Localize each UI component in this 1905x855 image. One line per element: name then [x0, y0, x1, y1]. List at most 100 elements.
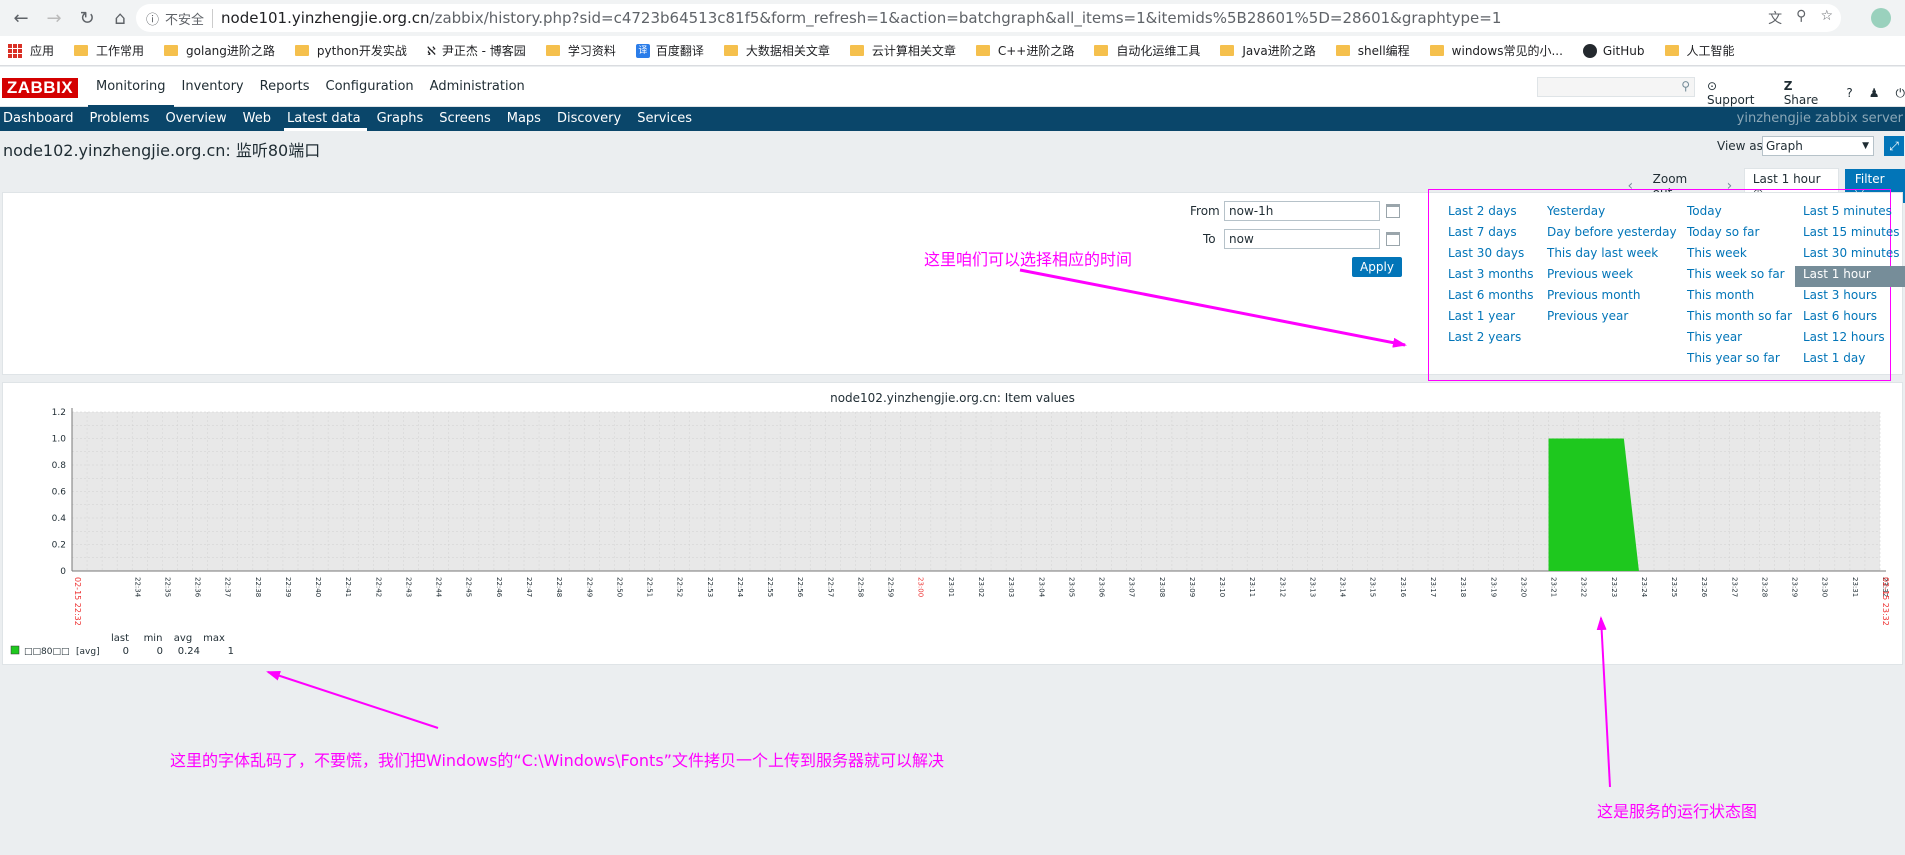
quick-range-link[interactable]: Today: [1679, 203, 1800, 224]
bookmark-item[interactable]: 云计算相关文章: [849, 42, 956, 59]
tab-web[interactable]: Web: [240, 107, 277, 131]
search-input[interactable]: ⚲: [1537, 77, 1695, 97]
menu-administration[interactable]: Administration: [422, 67, 533, 107]
bookmark-item[interactable]: C++进阶之路: [975, 42, 1074, 59]
tab-dashboard[interactable]: Dashboard: [0, 107, 80, 131]
calendar-icon[interactable]: [1386, 232, 1400, 246]
x-tick-label: 22:34: [133, 577, 141, 598]
quick-range-link[interactable]: Last 1 hour: [1795, 266, 1905, 287]
sign-out-icon[interactable]: ⏻: [1896, 86, 1905, 101]
graph-panel: node102.yinzhengjie.org.cn: Item values …: [2, 382, 1903, 665]
view-as-select[interactable]: Graph ▼: [1762, 136, 1874, 156]
forward-icon[interactable]: →: [42, 6, 66, 30]
quick-range-link[interactable]: Last 2 years: [1440, 329, 1541, 350]
bookmark-item[interactable]: windows常见的小...: [1429, 42, 1563, 59]
menu-inventory[interactable]: Inventory: [174, 67, 252, 107]
zoom-icon[interactable]: ⚲: [1796, 8, 1806, 28]
quick-range-link[interactable]: This year so far: [1679, 350, 1800, 371]
quick-range-link[interactable]: Last 7 days: [1440, 224, 1541, 245]
x-tick-label: 22:43: [404, 577, 412, 597]
tab-services[interactable]: Services: [634, 107, 698, 131]
quick-range-link[interactable]: Last 3 hours: [1795, 287, 1905, 308]
profile-avatar[interactable]: [1871, 8, 1891, 28]
back-icon[interactable]: ←: [9, 6, 33, 30]
share-link[interactable]: Z Share: [1784, 79, 1831, 107]
x-tick-label: 22:55: [766, 577, 774, 597]
quick-ranges-column: Today Today so far This week This week so f…: [1679, 203, 1800, 371]
quick-range-link[interactable]: Day before yesterday: [1539, 224, 1685, 245]
quick-range-link[interactable]: Last 6 months: [1440, 287, 1541, 308]
menu-configuration[interactable]: Configuration: [318, 67, 422, 107]
bookmark-item[interactable]: golang进阶之路: [164, 42, 275, 59]
tab-overview[interactable]: Overview: [162, 107, 232, 131]
quick-range-link[interactable]: Last 1 year: [1440, 308, 1541, 329]
menu-reports[interactable]: Reports: [252, 67, 318, 107]
quick-range-link[interactable]: Previous week: [1539, 266, 1685, 287]
tab-graphs[interactable]: Graphs: [374, 107, 430, 131]
y-tick-label: 0.6: [52, 488, 67, 498]
folder-icon: [849, 45, 864, 56]
calendar-icon[interactable]: [1386, 204, 1400, 218]
zabbix-logo[interactable]: ZABBIX: [2, 78, 78, 98]
tab-latest-data[interactable]: Latest data: [284, 107, 367, 131]
tab-maps[interactable]: Maps: [504, 107, 547, 131]
legend-function: [avg]: [76, 647, 100, 657]
quick-range-link[interactable]: Last 15 minutes: [1795, 224, 1905, 245]
quick-range-link[interactable]: Last 30 minutes: [1795, 245, 1905, 266]
tab-problems[interactable]: Problems: [87, 107, 156, 131]
quick-range-link[interactable]: Last 30 days: [1440, 245, 1541, 266]
legend-header: max: [203, 633, 225, 644]
bookmark-label: python开发实战: [316, 44, 407, 58]
user-profile-icon[interactable]: ♟: [1869, 86, 1880, 100]
bookmark-item[interactable]: GitHub: [1582, 43, 1645, 58]
menu-monitoring[interactable]: Monitoring: [88, 67, 174, 107]
quick-range-link[interactable]: Last 5 minutes: [1795, 203, 1905, 224]
tab-screens[interactable]: Screens: [436, 107, 496, 131]
bookmark-item[interactable]: 译百度翻译: [635, 42, 704, 59]
translate-page-icon[interactable]: 文: [1768, 8, 1782, 28]
quick-range-link[interactable]: This year: [1679, 329, 1800, 350]
tab-discovery[interactable]: Discovery: [554, 107, 627, 131]
quick-range-link[interactable]: Today so far: [1679, 224, 1800, 245]
fullscreen-button[interactable]: ⤢: [1884, 136, 1904, 156]
bookmark-item[interactable]: ℵ 尹正杰 - 博客园: [427, 42, 526, 59]
quick-range-link[interactable]: Previous month: [1539, 287, 1685, 308]
quick-range-link[interactable]: Last 6 hours: [1795, 308, 1905, 329]
bookmark-item[interactable]: 学习资料: [545, 42, 616, 59]
quick-range-link[interactable]: This month: [1679, 287, 1800, 308]
address-bar[interactable]: ⓘ 不安全 node101.yinzhengjie.org.cn/zabbix/…: [136, 4, 1841, 32]
quick-range-link[interactable]: Previous year: [1539, 308, 1685, 329]
quick-range-link[interactable]: Yesterday: [1539, 203, 1685, 224]
star-icon[interactable]: ☆: [1820, 8, 1833, 28]
from-input[interactable]: now-1h: [1224, 201, 1380, 221]
x-tick-label: 22:47: [525, 577, 533, 597]
quick-range-link[interactable]: This month so far: [1679, 308, 1800, 329]
home-icon[interactable]: ⌂: [108, 6, 132, 30]
legend-header: last: [111, 633, 129, 644]
quick-range-link[interactable]: Last 2 days: [1440, 203, 1541, 224]
quick-range-link[interactable]: This week so far: [1679, 266, 1800, 287]
bookmark-item[interactable]: Java进阶之路: [1220, 42, 1316, 59]
info-icon[interactable]: ⓘ: [146, 9, 159, 28]
reload-icon[interactable]: ↻: [75, 6, 99, 30]
share-label: Share: [1783, 93, 1819, 107]
quick-range-link[interactable]: Last 12 hours: [1795, 329, 1905, 350]
bookmark-item[interactable]: python开发实战: [294, 42, 407, 59]
bookmark-item[interactable]: 自动化运维工具: [1094, 42, 1200, 59]
quick-range-link[interactable]: Last 1 day: [1795, 350, 1905, 371]
bookmark-item[interactable]: 人工智能: [1664, 42, 1735, 59]
bookmark-item[interactable]: shell编程: [1335, 42, 1410, 59]
quick-range-link[interactable]: This week: [1679, 245, 1800, 266]
quick-range-link[interactable]: This day last week: [1539, 245, 1685, 266]
help-link[interactable]: ?: [1846, 86, 1852, 100]
bookmark-item[interactable]: 大数据相关文章: [723, 42, 830, 59]
bookmark-item[interactable]: 工作常用: [74, 42, 144, 59]
to-input[interactable]: now: [1224, 229, 1380, 249]
legend-header: min: [144, 633, 163, 644]
quick-range-link[interactable]: Last 3 months: [1440, 266, 1541, 287]
x-tick-label: 23:00: [917, 577, 925, 597]
search-icon[interactable]: ⚲: [1681, 79, 1690, 93]
bookmark-item[interactable]: 应用: [8, 42, 54, 59]
support-link[interactable]: ⊙ Support: [1707, 79, 1768, 107]
apply-button[interactable]: Apply: [1352, 257, 1402, 277]
